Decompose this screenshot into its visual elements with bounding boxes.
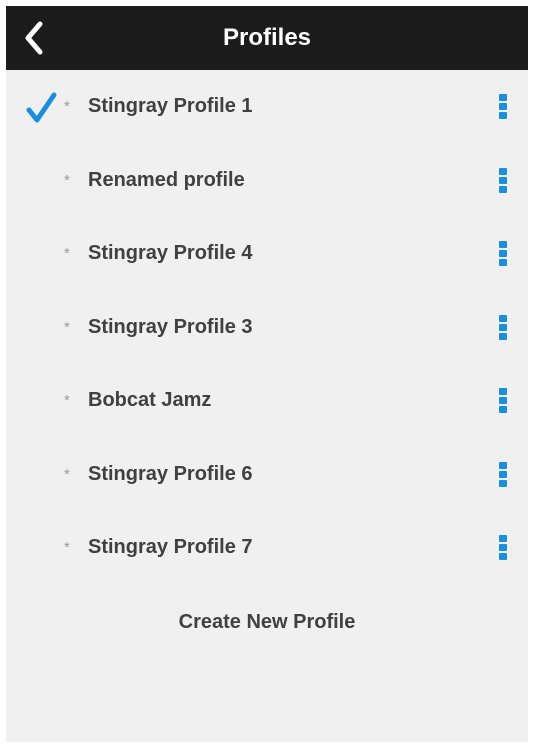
profile-row[interactable]: * Stingray Profile 4	[6, 217, 528, 291]
profile-menu-button[interactable]	[486, 523, 520, 573]
vertical-dots-icon	[499, 167, 507, 193]
checkmark-icon	[26, 92, 57, 123]
star-icon: *	[64, 171, 70, 189]
page-title: Profiles	[222, 24, 312, 51]
profiles-screen: Profiles * Stingray Profile 1 * Renamed pro…	[6, 6, 528, 742]
profile-list: * Stingray Profile 1 * Renamed profile * Stin…	[6, 70, 528, 585]
profile-row[interactable]: * Stingray Profile 3	[6, 291, 528, 365]
profile-row[interactable]: * Stingray Profile 6	[6, 438, 528, 512]
vertical-dots-icon	[499, 535, 507, 560]
profile-name: Stingray Profile 7	[88, 536, 253, 559]
profile-row[interactable]: * Renamed profile	[6, 144, 528, 218]
back-button[interactable]	[14, 16, 54, 60]
profile-row[interactable]: * Stingray Profile 7	[6, 511, 528, 585]
profile-name: Stingray Profile 4	[88, 242, 253, 265]
star-icon: *	[64, 318, 70, 336]
create-new-profile-button[interactable]: Create New Profile	[6, 600, 528, 644]
star-icon: *	[64, 98, 70, 116]
profile-name: Stingray Profile 3	[88, 315, 253, 338]
profile-menu-button[interactable]	[486, 450, 520, 500]
star-icon: *	[64, 392, 70, 410]
profile-name: Stingray Profile 6	[88, 462, 253, 485]
profile-menu-button[interactable]	[486, 376, 520, 426]
profile-row[interactable]: * Stingray Profile 1	[6, 70, 528, 144]
vertical-dots-icon	[499, 94, 507, 119]
profile-name: Renamed profile	[88, 168, 245, 191]
profile-menu-button[interactable]	[486, 303, 520, 353]
vertical-dots-icon	[499, 461, 507, 487]
star-icon: *	[64, 245, 70, 263]
chevron-left-icon	[25, 21, 43, 55]
profile-name: Stingray Profile 1	[88, 95, 253, 118]
profile-menu-button[interactable]	[486, 82, 520, 132]
header-bar: Profiles	[6, 6, 528, 70]
vertical-dots-icon	[499, 388, 507, 413]
profile-menu-button[interactable]	[486, 156, 520, 206]
profile-row[interactable]: * Bobcat Jamz	[6, 364, 528, 438]
vertical-dots-icon	[499, 314, 507, 340]
star-icon: *	[64, 539, 70, 557]
star-icon: *	[64, 465, 70, 483]
vertical-dots-icon	[499, 241, 507, 266]
profile-name: Bobcat Jamz	[88, 389, 212, 412]
profile-menu-button[interactable]	[486, 229, 520, 279]
